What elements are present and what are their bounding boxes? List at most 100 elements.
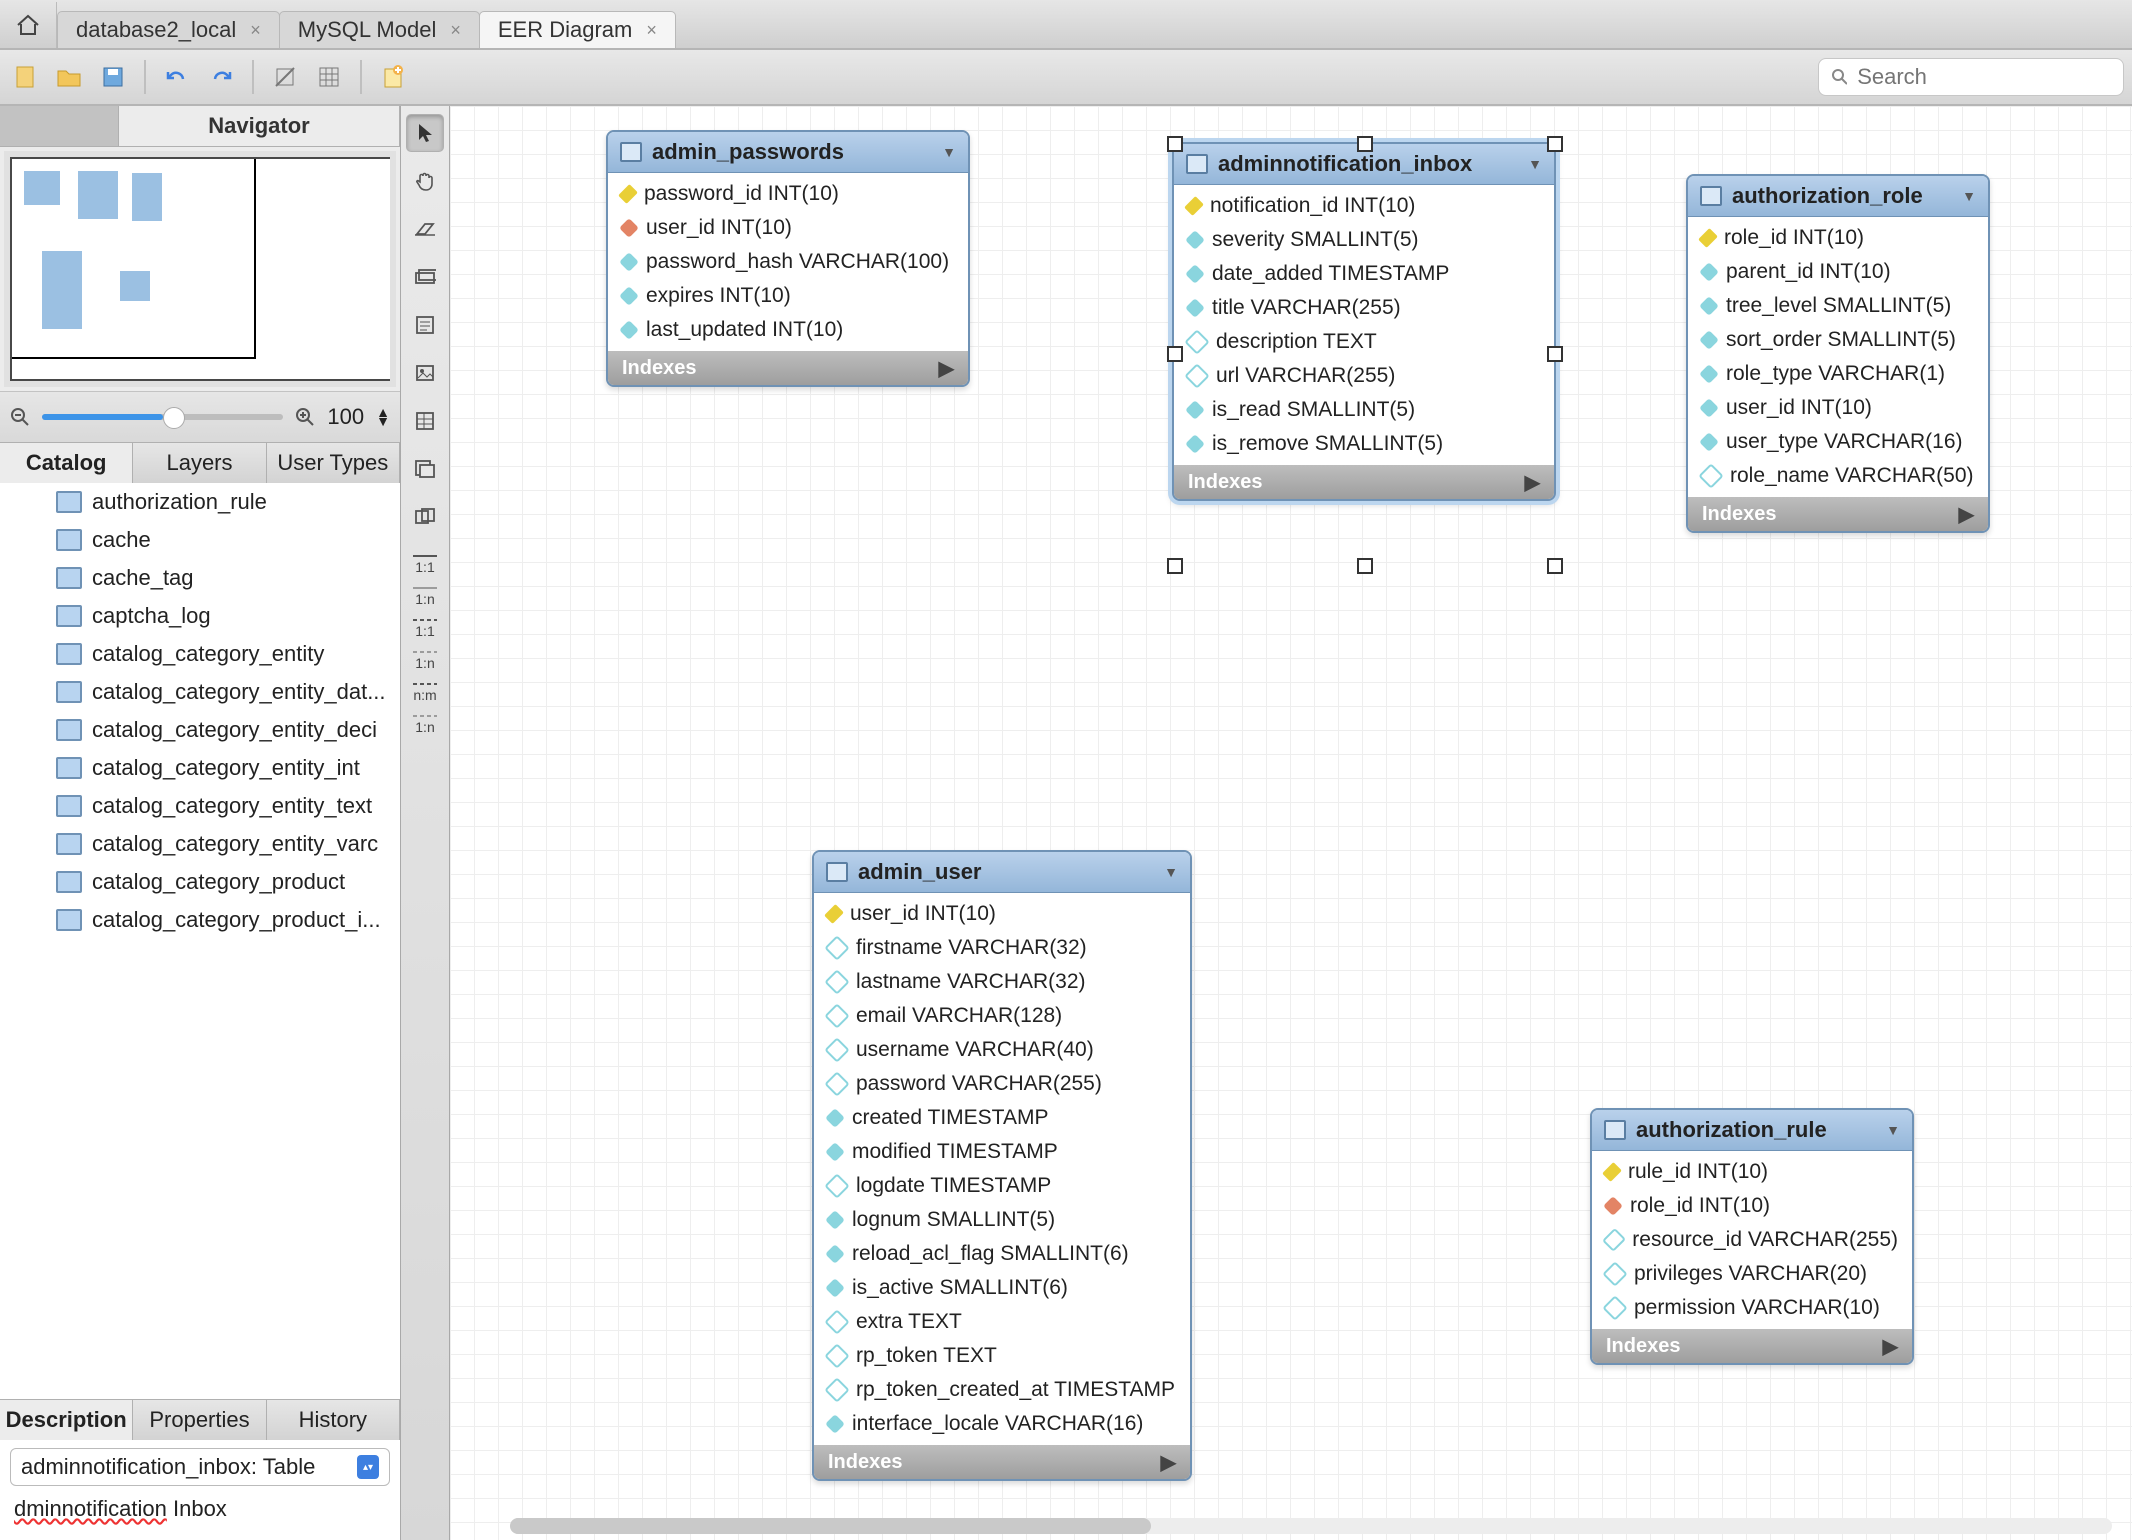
selection-handle[interactable] — [1357, 558, 1373, 574]
table-admin-user[interactable]: admin_user▼ user_id INT(10)firstname VAR… — [812, 850, 1192, 1481]
list-item[interactable]: captcha_log — [0, 597, 400, 635]
description-text[interactable]: dminnotification Inbox — [10, 1486, 390, 1532]
snap-grid-button[interactable] — [312, 60, 346, 94]
indexes-label[interactable]: Indexes — [622, 357, 696, 380]
table-column[interactable]: privileges VARCHAR(20) — [1592, 1257, 1912, 1291]
panel-tab-blank[interactable] — [0, 106, 119, 146]
tab-description[interactable]: Description — [0, 1400, 133, 1440]
list-item[interactable]: catalog_category_entity_dat... — [0, 673, 400, 711]
table-column[interactable]: rule_id INT(10) — [1592, 1155, 1912, 1189]
table-column[interactable]: interface_locale VARCHAR(16) — [814, 1407, 1190, 1441]
table-column[interactable]: tree_level SMALLINT(5) — [1688, 289, 1988, 323]
indexes-label[interactable]: Indexes — [1702, 503, 1776, 526]
collapse-icon[interactable]: ▼ — [1962, 188, 1976, 204]
tab-eer-diagram[interactable]: EER Diagram× — [479, 11, 676, 48]
close-icon[interactable]: × — [250, 20, 261, 41]
table-column[interactable]: firstname VARCHAR(32) — [814, 931, 1190, 965]
table-column[interactable]: rp_token TEXT — [814, 1339, 1190, 1373]
close-icon[interactable]: × — [450, 20, 461, 41]
table-column[interactable]: password_id INT(10) — [608, 177, 968, 211]
list-item[interactable]: catalog_category_entity — [0, 635, 400, 673]
table-column[interactable]: url VARCHAR(255) — [1174, 359, 1554, 393]
table-column[interactable]: user_type VARCHAR(16) — [1688, 425, 1988, 459]
list-item[interactable]: cache_tag — [0, 559, 400, 597]
redo-button[interactable] — [204, 60, 238, 94]
tool-eraser[interactable] — [406, 210, 444, 248]
table-column[interactable]: lognum SMALLINT(5) — [814, 1203, 1190, 1237]
selection-handle[interactable] — [1167, 346, 1183, 362]
minimap[interactable] — [10, 157, 390, 381]
table-column[interactable]: password_hash VARCHAR(100) — [608, 245, 968, 279]
tool-relation-1-n[interactable]: 1:n — [406, 706, 444, 738]
minimap-viewport[interactable] — [10, 157, 256, 359]
list-item[interactable]: catalog_category_entity_deci — [0, 711, 400, 749]
indexes-label[interactable]: Indexes — [1188, 471, 1262, 494]
search-box[interactable] — [1818, 58, 2124, 96]
table-column[interactable]: role_id INT(10) — [1688, 221, 1988, 255]
table-column[interactable]: severity SMALLINT(5) — [1174, 223, 1554, 257]
table-column[interactable]: is_remove SMALLINT(5) — [1174, 427, 1554, 461]
zoom-stepper[interactable]: ▲▼ — [376, 408, 390, 426]
zoom-out-icon[interactable] — [10, 407, 30, 427]
table-column[interactable]: last_updated INT(10) — [608, 313, 968, 347]
canvas-h-scrollbar[interactable] — [510, 1518, 2112, 1534]
zoom-slider[interactable] — [42, 414, 283, 420]
selection-handle[interactable] — [1357, 136, 1373, 152]
table-column[interactable]: expires INT(10) — [608, 279, 968, 313]
selection-handle[interactable] — [1547, 346, 1563, 362]
new-diagram-button[interactable] — [376, 60, 410, 94]
list-item[interactable]: authorization_rule — [0, 483, 400, 521]
table-column[interactable]: notification_id INT(10) — [1174, 189, 1554, 223]
table-column[interactable]: resource_id VARCHAR(255) — [1592, 1223, 1912, 1257]
tool-relation-1-n[interactable]: 1:n — [406, 642, 444, 674]
table-column[interactable]: role_name VARCHAR(50) — [1688, 459, 1988, 493]
tab-mysql-model[interactable]: MySQL Model× — [279, 11, 480, 48]
list-item[interactable]: catalog_category_product — [0, 863, 400, 901]
tab-history[interactable]: History — [267, 1400, 400, 1440]
table-authorization-rule[interactable]: authorization_rule▼ rule_id INT(10)role_… — [1590, 1108, 1914, 1365]
home-button[interactable] — [0, 2, 57, 48]
table-column[interactable]: reload_acl_flag SMALLINT(6) — [814, 1237, 1190, 1271]
list-item[interactable]: catalog_category_entity_int — [0, 749, 400, 787]
tool-image[interactable] — [406, 354, 444, 392]
table-admin-passwords[interactable]: admin_passwords▼ password_id INT(10)user… — [606, 130, 970, 387]
tab-database2-local[interactable]: database2_local× — [57, 11, 280, 48]
table-column[interactable]: extra TEXT — [814, 1305, 1190, 1339]
tool-relation-1-1[interactable]: 1:1 — [406, 546, 444, 578]
tab-catalog[interactable]: Catalog — [0, 443, 133, 483]
tool-table[interactable] — [406, 402, 444, 440]
table-column[interactable]: created TIMESTAMP — [814, 1101, 1190, 1135]
table-column[interactable]: is_active SMALLINT(6) — [814, 1271, 1190, 1305]
list-item[interactable]: catalog_category_entity_varc — [0, 825, 400, 863]
description-select[interactable]: adminnotification_inbox: Table ▴▾ — [10, 1448, 390, 1486]
table-column[interactable]: email VARCHAR(128) — [814, 999, 1190, 1033]
table-column[interactable]: parent_id INT(10) — [1688, 255, 1988, 289]
table-column[interactable]: rp_token_created_at TIMESTAMP — [814, 1373, 1190, 1407]
table-column[interactable]: date_added TIMESTAMP — [1174, 257, 1554, 291]
panel-tab-navigator[interactable]: Navigator — [119, 106, 400, 146]
selection-handle[interactable] — [1167, 136, 1183, 152]
diagram-canvas[interactable]: admin_passwords▼ password_id INT(10)user… — [450, 106, 2132, 1540]
collapse-icon[interactable]: ▼ — [1164, 864, 1178, 880]
list-item[interactable]: catalog_category_product_i... — [0, 901, 400, 939]
table-column[interactable]: modified TIMESTAMP — [814, 1135, 1190, 1169]
indexes-label[interactable]: Indexes — [1606, 1335, 1680, 1358]
undo-button[interactable] — [160, 60, 194, 94]
table-column[interactable]: password VARCHAR(255) — [814, 1067, 1190, 1101]
indexes-label[interactable]: Indexes — [828, 1451, 902, 1474]
tab-properties[interactable]: Properties — [133, 1400, 266, 1440]
collapse-icon[interactable]: ▼ — [1528, 156, 1542, 172]
tool-relation-1-n[interactable]: 1:n — [406, 578, 444, 610]
table-column[interactable]: lastname VARCHAR(32) — [814, 965, 1190, 999]
tab-user-types[interactable]: User Types — [267, 443, 400, 483]
zoom-in-icon[interactable] — [295, 407, 315, 427]
table-column[interactable]: user_id INT(10) — [814, 897, 1190, 931]
open-file-button[interactable] — [52, 60, 86, 94]
table-column[interactable]: description TEXT — [1174, 325, 1554, 359]
selection-handle[interactable] — [1547, 558, 1563, 574]
tool-view[interactable] — [406, 450, 444, 488]
table-column[interactable]: user_id INT(10) — [1688, 391, 1988, 425]
table-column[interactable]: role_type VARCHAR(1) — [1688, 357, 1988, 391]
table-column[interactable]: title VARCHAR(255) — [1174, 291, 1554, 325]
list-item[interactable]: cache — [0, 521, 400, 559]
